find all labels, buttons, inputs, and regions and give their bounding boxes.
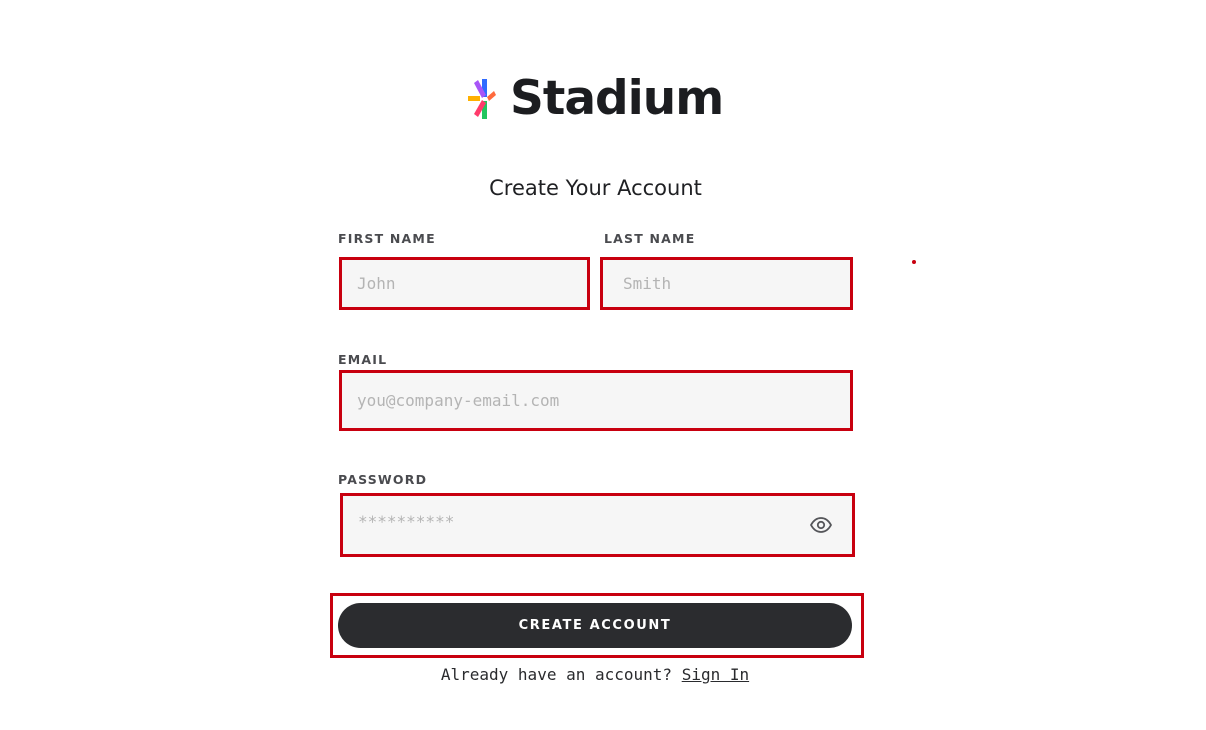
first-name-input[interactable] xyxy=(342,260,587,307)
email-field-wrapper xyxy=(339,370,853,431)
password-input[interactable] xyxy=(343,496,852,554)
signin-prompt-text: Already have an account? xyxy=(440,665,673,684)
last-name-input[interactable] xyxy=(603,260,850,307)
eye-icon[interactable] xyxy=(809,517,833,533)
last-name-field-wrapper xyxy=(600,257,853,310)
create-account-button[interactable]: CREATE ACCOUNT xyxy=(338,603,852,648)
email-label: EMAIL xyxy=(338,352,388,367)
password-field-wrapper xyxy=(340,493,855,557)
sign-in-link[interactable]: Sign In xyxy=(682,665,749,684)
brand-name: Stadium xyxy=(510,71,724,126)
email-input[interactable] xyxy=(342,373,850,428)
stadium-logo-mark-icon xyxy=(468,75,496,123)
stadium-logo: Stadium xyxy=(468,71,724,126)
signin-prompt: Already have an account? Sign In xyxy=(338,665,852,684)
signup-page: Stadium Create Your Account FIRST NAME L… xyxy=(0,0,1206,730)
page-title: Create Your Account xyxy=(489,176,702,200)
marker-dot xyxy=(912,260,916,264)
first-name-field-wrapper xyxy=(339,257,590,310)
password-label: PASSWORD xyxy=(338,472,428,487)
first-name-label: FIRST NAME xyxy=(338,231,436,246)
last-name-label: LAST NAME xyxy=(604,231,696,246)
